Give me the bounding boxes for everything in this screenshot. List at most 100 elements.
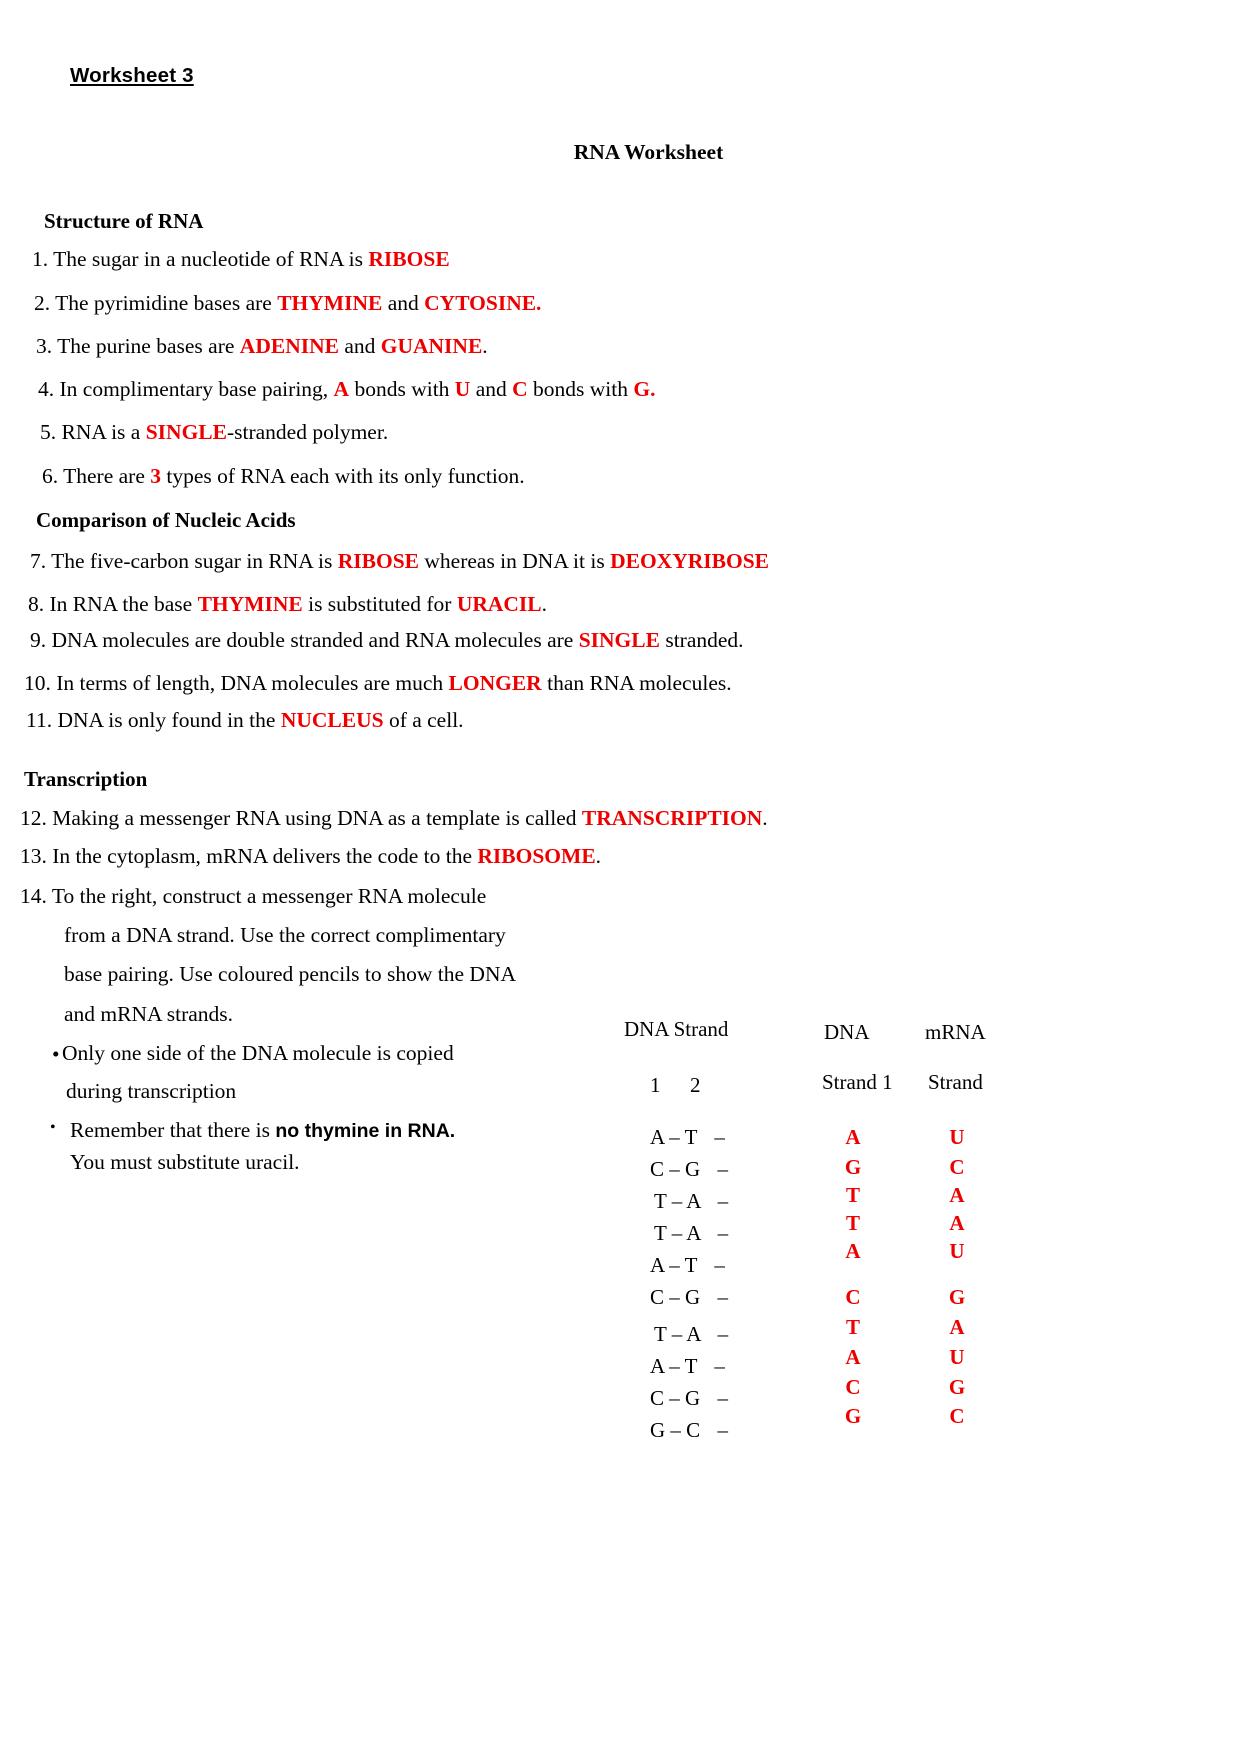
bullet-1-line-2: during transcription — [66, 1079, 237, 1103]
q3-mid: and — [338, 334, 381, 358]
q2-answer-1: THYMINE — [277, 291, 383, 315]
section-heading-comparison: Comparison of Nucleic Acids — [36, 508, 296, 532]
mrna-base: U — [949, 1345, 965, 1369]
q13-answer: RIBOSOME — [477, 844, 596, 868]
dna-base: T — [845, 1315, 860, 1339]
q5-post: -stranded polymer. — [226, 420, 389, 444]
question-2: 2. The pyrimidine bases are THYMINE and … — [34, 291, 541, 316]
bullet-2-emphasis: no thymine in RNA. — [275, 1120, 456, 1142]
q6-answer: 3 — [150, 464, 161, 488]
q14-number: 14. — [20, 884, 47, 908]
question-10: 10. In terms of length, DNA molecules ar… — [24, 671, 732, 696]
q4-mid-2: and — [470, 377, 513, 401]
mrna-base: C — [949, 1155, 965, 1179]
question-5: 5. RNA is a SINGLE-stranded polymer. — [40, 420, 388, 445]
dna-base: C — [845, 1375, 861, 1399]
pair-10-right: C — [686, 1418, 701, 1442]
strand-number-1: 1 — [650, 1073, 661, 1097]
pair-4-trail: – — [717, 1221, 729, 1245]
pair-3-left: T — [654, 1189, 667, 1213]
mrna-base: A — [949, 1211, 965, 1235]
pair-3-dash: – — [671, 1189, 683, 1213]
pair-2-left: C — [650, 1157, 665, 1181]
q12-number: 12. — [20, 806, 47, 830]
base-pair-row: G – C – — [650, 1418, 728, 1443]
q4-text: In complimentary base pairing, — [59, 377, 334, 401]
bullet-2-prefix: Remember that there is — [70, 1118, 276, 1142]
pair-9-dash: – — [669, 1386, 680, 1410]
pair-9-trail: – — [717, 1386, 728, 1410]
q2-text: The pyrimidine bases are — [55, 291, 278, 315]
pair-8-dash: – — [669, 1354, 680, 1378]
pair-8-right: T — [684, 1354, 698, 1378]
q8-answer-2: URACIL — [456, 592, 542, 616]
question-7: 7. The five-carbon sugar in RNA is RIBOS… — [30, 549, 769, 574]
q7-mid: whereas in DNA it is — [419, 549, 611, 573]
q1-text: The sugar in a nucleotide of RNA is — [53, 247, 369, 271]
q7-answer-2: DEOXYRIBOSE — [610, 549, 769, 573]
q9-post: stranded. — [659, 628, 744, 652]
mrna-base: G — [948, 1375, 966, 1399]
q13-text: In the cytoplasm, mRNA delivers the code… — [52, 844, 478, 868]
dna-base: T — [845, 1183, 860, 1207]
question-13: 13. In the cytoplasm, mRNA delivers the … — [20, 844, 601, 869]
q4-answer-2: U — [454, 377, 471, 401]
pair-7-right: A — [686, 1322, 701, 1346]
q7-answer-1: RIBOSE — [337, 549, 419, 573]
base-pair-row: C – G – — [650, 1157, 728, 1182]
bullet-2-line-2: You must substitute uracil. — [70, 1150, 300, 1174]
section-heading-structure: Structure of RNA — [44, 209, 204, 233]
bullet-1-line-1: Only one side of the DNA molecule is cop… — [62, 1041, 454, 1065]
pair-9-right: G — [685, 1386, 701, 1410]
base-pair-row: T – A – — [654, 1221, 728, 1246]
q9-number: 9. — [30, 628, 47, 652]
q8-text: In RNA the base — [49, 592, 198, 616]
q10-text: In terms of length, DNA molecules are mu… — [56, 671, 449, 695]
pair-8-left: A — [650, 1354, 665, 1378]
pair-6-left: C — [650, 1285, 665, 1309]
q4-answer-4: G. — [633, 377, 656, 401]
dna-base: A — [845, 1239, 861, 1263]
q4-answer-1: A — [333, 377, 350, 401]
q13-number: 13. — [20, 844, 47, 868]
q11-text: DNA is only found in the — [57, 708, 281, 732]
pair-2-dash: – — [669, 1157, 680, 1181]
mrna-header-line2: Strand — [928, 1070, 983, 1094]
pair-4-right: A — [686, 1221, 701, 1245]
mrna-base: U — [949, 1125, 965, 1149]
q2-answer-2: CYTOSINE. — [424, 291, 542, 315]
q10-answer: LONGER — [448, 671, 542, 695]
pair-6-trail: – — [717, 1285, 728, 1309]
base-pair-row: C – G – — [650, 1285, 728, 1310]
worksheet-page: Worksheet 3 RNA Worksheet Structure of R… — [0, 0, 1241, 1754]
dna-strand-column-header: DNA Strand — [624, 1017, 729, 1041]
bullet-marker-icon-2: • — [50, 1119, 56, 1136]
q8-number: 8. — [28, 592, 45, 616]
q4-mid-1: bonds with — [349, 377, 455, 401]
pair-1-trail: – — [714, 1125, 725, 1149]
q4-number: 4. — [38, 377, 55, 401]
pair-6-right: G — [685, 1285, 701, 1309]
q8-mid: is substituted for — [302, 592, 457, 616]
pair-5-left: A — [650, 1253, 665, 1277]
q6-number: 6. — [42, 464, 59, 488]
pair-4-dash: – — [671, 1221, 683, 1245]
pair-10-trail: – — [717, 1418, 728, 1442]
question-11: 11. DNA is only found in the NUCLEUS of … — [26, 708, 464, 733]
question-9: 9. DNA molecules are double stranded and… — [30, 628, 744, 653]
q5-answer: SINGLE — [145, 420, 227, 444]
pair-10-left: G — [650, 1418, 666, 1442]
dna-base: G — [844, 1404, 862, 1428]
section-heading-transcription: Transcription — [24, 767, 148, 791]
pair-5-trail: – — [714, 1253, 725, 1277]
q13-post: . — [595, 844, 602, 868]
q11-number: 11. — [26, 708, 53, 732]
q5-number: 5. — [40, 420, 57, 444]
pair-6-dash: – — [669, 1285, 680, 1309]
bullet-marker-icon-1: • — [52, 1042, 60, 1066]
dna-base: A — [845, 1125, 861, 1149]
q11-post: of a cell. — [383, 708, 464, 732]
q8-post: . — [541, 592, 548, 616]
mrna-header-line1: mRNA — [925, 1020, 986, 1044]
pair-1-left: A — [650, 1125, 665, 1149]
